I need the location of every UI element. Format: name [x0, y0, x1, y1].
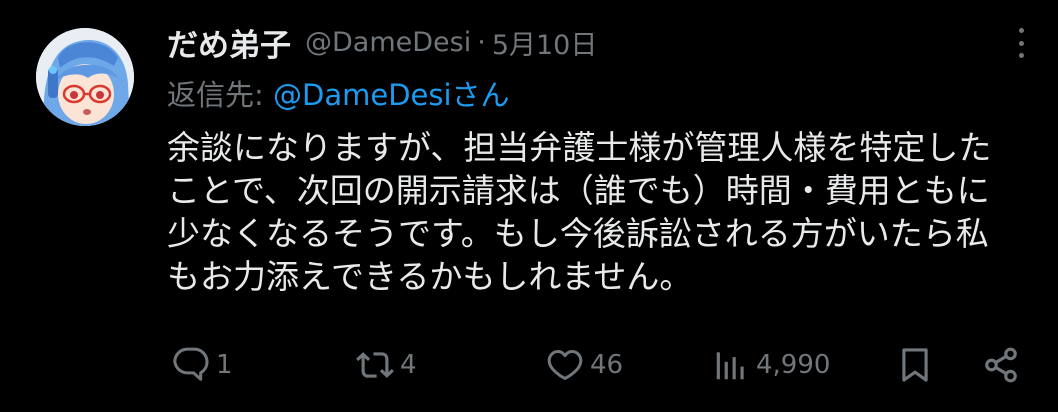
- reply-context: 返信先: @DameDesiさん: [167, 72, 510, 114]
- more-icon[interactable]: [1006, 24, 1036, 62]
- post-header: だめ弟子 @DameDesi · 5月10日: [167, 20, 598, 65]
- post-text: 余談になりますが、担当弁護士様が管理人様を特定した ことで、次回の開示請求は（誰…: [167, 128, 992, 296]
- like-count: 46: [590, 350, 624, 380]
- share-button[interactable]: [982, 340, 1020, 390]
- bookmark-button[interactable]: [896, 340, 934, 390]
- views-button[interactable]: 4,990: [712, 340, 830, 390]
- views-icon: [716, 352, 744, 380]
- post-date[interactable]: 5月10日: [492, 23, 598, 62]
- bookmark-icon: [902, 348, 928, 382]
- share-icon: [985, 347, 1017, 383]
- separator-dot: ·: [477, 26, 486, 58]
- reply-label: 返信先:: [167, 78, 273, 112]
- author-handle[interactable]: @DameDesi: [305, 27, 471, 58]
- avatar-illustration: [36, 28, 134, 126]
- avatar[interactable]: [36, 28, 134, 126]
- reply-count: 1: [216, 350, 233, 380]
- like-button[interactable]: 46: [546, 340, 623, 390]
- reply-button[interactable]: 1: [172, 340, 233, 390]
- like-icon: [547, 350, 583, 380]
- reply-icon: [173, 347, 209, 381]
- action-bar: 1 4 46 4,990: [0, 340, 1058, 390]
- repost-count: 4: [400, 350, 417, 380]
- view-count: 4,990: [756, 350, 831, 380]
- repost-button[interactable]: 4: [356, 340, 417, 390]
- reply-to-link[interactable]: @DameDesiさん: [273, 78, 510, 112]
- repost-icon: [356, 352, 394, 378]
- author-name[interactable]: だめ弟子: [167, 20, 291, 65]
